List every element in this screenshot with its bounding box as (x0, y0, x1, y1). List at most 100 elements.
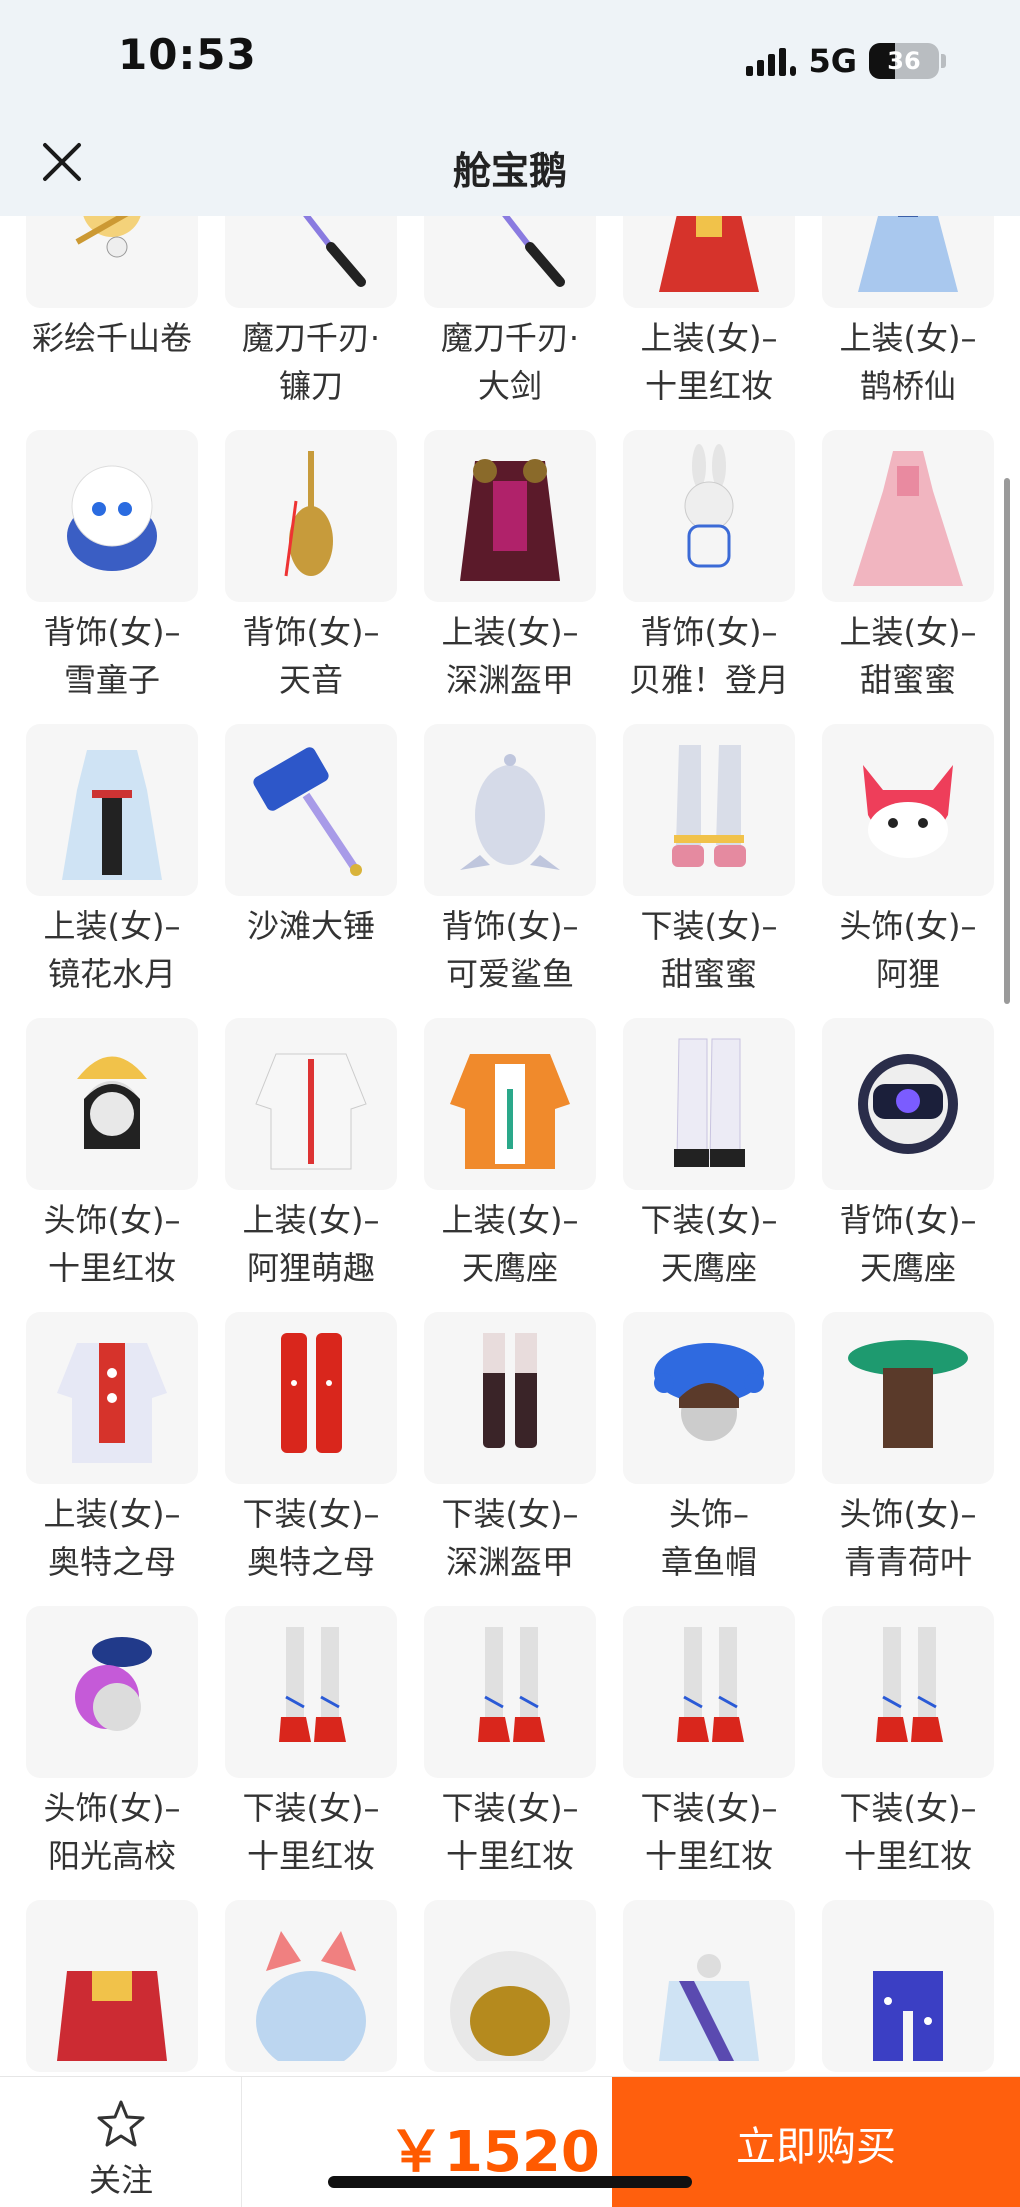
item-thumbnail (424, 216, 596, 308)
item-thumbnail (225, 1312, 397, 1484)
orange-jacket-icon (450, 1054, 570, 1169)
item-thumbnail (225, 430, 397, 602)
item-label: 头饰(女)– 十里红妆 (43, 1201, 181, 1287)
home-indicator[interactable] (328, 2176, 692, 2188)
item-card[interactable]: 背饰(女)– 雪童子 (26, 430, 198, 724)
bridal-headdress-icon (77, 1056, 147, 1149)
item-card[interactable]: 下装(女)– 十里红妆 (822, 1606, 994, 1900)
item-thumbnail (424, 1900, 596, 2072)
item-thumbnail (225, 1606, 397, 1778)
item-card[interactable]: 下装(女)– 十里红妆 (623, 1606, 795, 1900)
red-silver-suit-icon (57, 1343, 167, 1463)
item-card[interactable]: 下装(女)– 天鹰座 (623, 1018, 795, 1312)
purple-sword-icon (502, 216, 565, 287)
item-thumbnail (822, 1312, 994, 1484)
item-label: 头饰(女)– 阳光高校 (43, 1789, 181, 1875)
fox-head-icon (863, 765, 953, 858)
item-card[interactable]: 下装(女)– 十里红妆 (424, 1606, 596, 1900)
item-label: 上装(女)– 奥特之母 (43, 1495, 181, 1581)
item-card[interactable]: 上装(女)– 镜花水月 (26, 724, 198, 1018)
item-label: 上装(女)– 十里红妆 (640, 319, 778, 405)
item-card[interactable]: 背饰(女)– 天鹰座 (822, 1018, 994, 1312)
item-card[interactable]: 沙滩大锤 (225, 724, 397, 1018)
octopus-hat-icon (654, 1343, 764, 1441)
red-kimono-icon (57, 1971, 167, 2061)
item-thumbnail (26, 216, 198, 308)
star-pants-icon (873, 1971, 943, 2061)
scrollbar[interactable] (1004, 478, 1010, 1004)
item-card[interactable]: 头饰(女)– 十里红妆 (26, 1018, 198, 1312)
network-type: 5G (808, 42, 857, 80)
status-indicators: 5G 36 (746, 40, 946, 82)
item-card[interactable]: 下装(女)– 深渊盔甲 (424, 1312, 596, 1606)
top-header: 10:53 5G 36 舱宝鹅 (0, 0, 1020, 216)
item-thumbnail (822, 216, 994, 308)
white-boots-icon (672, 745, 746, 867)
item-thumbnail (424, 430, 596, 602)
item-thumbnail (623, 1900, 795, 2072)
item-card[interactable]: 下装(女)– 甜蜜蜜 (623, 724, 795, 1018)
item-label: 背饰(女)– 雪童子 (43, 613, 181, 699)
item-card[interactable]: 上装(女)– 天鹰座 (424, 1018, 596, 1312)
blue-sash-icon (659, 1954, 759, 2061)
item-card[interactable]: 背饰(女)– 天音 (225, 430, 397, 724)
item-card[interactable]: 下装(女)– 十里红妆 (225, 1606, 397, 1900)
item-card[interactable]: 彩绘千山卷 (26, 216, 198, 430)
red-heels-icon (279, 1627, 346, 1742)
item-card[interactable] (26, 1900, 198, 2076)
item-label: 上装(女)– 天鹰座 (441, 1201, 579, 1287)
painted-scroll-icon (75, 216, 141, 258)
item-card[interactable] (623, 1900, 795, 2076)
item-thumbnail (623, 1018, 795, 1190)
item-card[interactable]: 上装(女)– 奥特之母 (26, 1312, 198, 1606)
item-thumbnail (623, 724, 795, 896)
astronaut-bunny-icon (684, 444, 734, 568)
gold-helmet-icon (450, 1951, 570, 2061)
page-title: 舱宝鹅 (452, 149, 567, 193)
item-card[interactable] (424, 1900, 596, 2076)
item-label: 背饰(女)– 贝雅！登月 (628, 613, 789, 699)
dark-leggings-icon (483, 1333, 537, 1448)
item-card[interactable]: 头饰(女)– 阳光高校 (26, 1606, 198, 1900)
item-grid-area[interactable]: 彩绘千山卷 魔刀千刃· 镰刀 魔刀千刃· 大剑 上装(女)– 十里红妆 上装(女)– 鹊桥仙背饰… (0, 216, 1020, 2076)
item-card[interactable]: 背饰(女)– 可爱鲨鱼 (424, 724, 596, 1018)
abyss-armor-icon (460, 459, 560, 581)
follow-button[interactable]: 关注 (0, 2077, 242, 2207)
item-card[interactable]: 上装(女)– 甜蜜蜜 (822, 430, 994, 724)
item-thumbnail (26, 724, 198, 896)
item-card[interactable]: 魔刀千刃· 大剑 (424, 216, 596, 430)
follow-label: 关注 (88, 2161, 153, 2199)
lotus-leaf-hat-icon (848, 1340, 968, 1448)
item-card[interactable]: 背饰(女)– 贝雅！登月 (623, 430, 795, 724)
item-card[interactable]: 头饰– 章鱼帽 (623, 1312, 795, 1606)
item-card[interactable]: 上装(女)– 深渊盔甲 (424, 430, 596, 724)
item-label: 沙滩大锤 (246, 907, 375, 945)
item-card[interactable]: 上装(女)– 鹊桥仙 (822, 216, 994, 430)
item-card[interactable]: 头饰(女)– 阿狸 (822, 724, 994, 1018)
purple-hair-beret-icon (75, 1637, 152, 1731)
red-heels-icon (677, 1627, 744, 1742)
item-label: 背饰(女)– 天音 (242, 613, 380, 699)
item-card[interactable]: 上装(女)– 阿狸萌趣 (225, 1018, 397, 1312)
item-label: 上装(女)– 甜蜜蜜 (839, 613, 977, 699)
item-card[interactable] (822, 1900, 994, 2076)
item-card[interactable]: 上装(女)– 十里红妆 (623, 216, 795, 430)
item-card[interactable]: 头饰(女)– 青青荷叶 (822, 1312, 994, 1606)
kimono-icon (62, 750, 162, 880)
item-card[interactable]: 下装(女)– 奥特之母 (225, 1312, 397, 1606)
item-card[interactable] (225, 1900, 397, 2076)
item-label: 上装(女)– 镜花水月 (43, 907, 181, 993)
item-thumbnail (424, 724, 596, 896)
cat-ear-hair-icon (256, 1931, 366, 2061)
item-thumbnail (424, 1312, 596, 1484)
item-thumbnail (225, 1900, 397, 2072)
item-label: 下装(女)– 天鹰座 (640, 1201, 778, 1287)
item-thumbnail (26, 1606, 198, 1778)
item-thumbnail (623, 1312, 795, 1484)
item-label: 下装(女)– 奥特之母 (242, 1495, 380, 1581)
item-thumbnail (424, 1018, 596, 1190)
pink-dress-icon (853, 451, 963, 586)
item-thumbnail (623, 216, 795, 308)
item-card[interactable]: 魔刀千刃· 镰刀 (225, 216, 397, 430)
item-thumbnail (26, 1900, 198, 2072)
